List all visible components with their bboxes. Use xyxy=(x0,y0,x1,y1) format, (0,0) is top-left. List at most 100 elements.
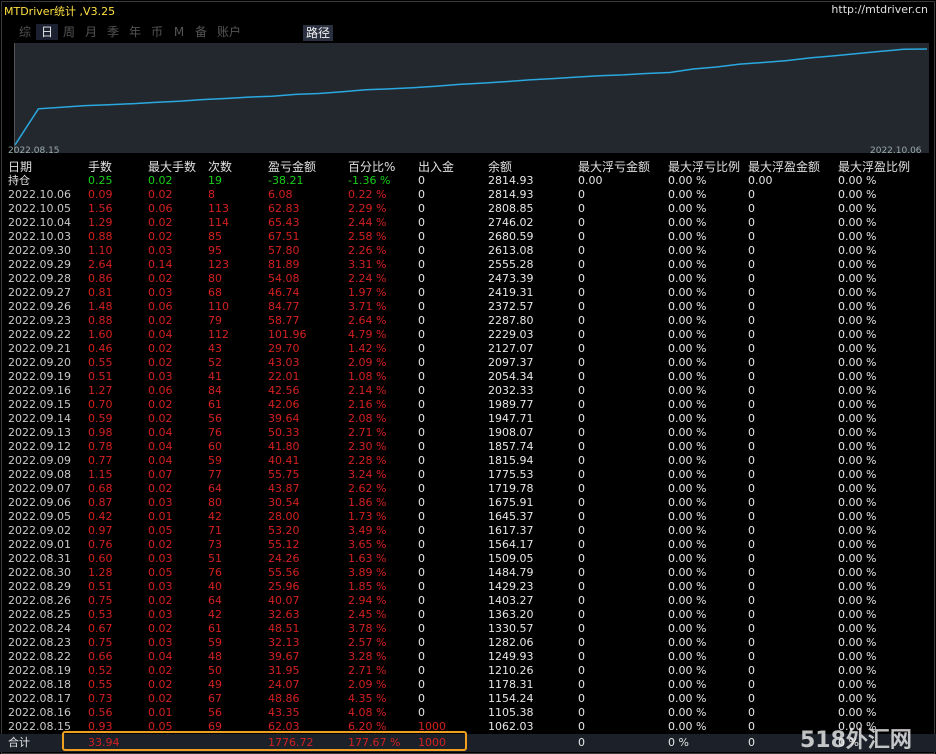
tab-9[interactable]: 账户 xyxy=(212,24,246,40)
cell-最大浮亏金额: 0 xyxy=(578,594,585,607)
data-row: 2022.08.19 0.52 0.02 50 31.95 2.71 % 0 1210.26 0… xyxy=(0,664,936,678)
cell-最大浮亏比例: 0.00 % xyxy=(668,482,707,495)
cell-最大手数: 0.02 xyxy=(148,230,173,243)
cell-最大手数: 0.04 xyxy=(148,440,173,453)
cell-最大浮盈金额: 0 xyxy=(748,580,755,593)
cell-百分比%: 2.44 % xyxy=(348,216,387,229)
cell-手数: 0.42 xyxy=(88,510,113,523)
cell-最大手数: 0.05 xyxy=(148,524,173,537)
cell-手数: 1.56 xyxy=(88,202,113,215)
cell-日期: 2022.08.25 xyxy=(8,608,71,621)
cell-最大手数: 0.03 xyxy=(148,636,173,649)
cell-最大浮盈比例: 0.00 % xyxy=(838,398,877,411)
cell-盈亏金额: 29.70 xyxy=(268,342,300,355)
cell-百分比%: 3.89 % xyxy=(348,566,387,579)
cell-手数: 0.98 xyxy=(88,426,113,439)
cell-百分比%: 4.35 % xyxy=(348,692,387,705)
cell-盈亏金额: 65.43 xyxy=(268,216,300,229)
cell-最大浮亏金额: 0 xyxy=(578,286,585,299)
cell-盈亏金额: 58.77 xyxy=(268,314,300,327)
cell-盈亏金额: -38.21 xyxy=(268,174,304,187)
cell-出入金: 0 xyxy=(418,468,425,481)
data-row: 2022.09.15 0.70 0.02 61 42.06 2.16 % 0 1989.77 0… xyxy=(0,398,936,412)
cell-最大浮亏金额: 0 xyxy=(578,538,585,551)
data-row: 2022.09.28 0.86 0.02 80 54.08 2.24 % 0 2473.39 0… xyxy=(0,272,936,286)
cell-最大浮亏比例: 0.00 % xyxy=(668,230,707,243)
cell-最大浮盈金额: 0 xyxy=(748,510,755,523)
cell-最大浮盈比例: 0.00 % xyxy=(838,342,877,355)
cell-次数: 76 xyxy=(208,426,222,439)
cell-最大浮盈比例: 0.00 % xyxy=(838,538,877,551)
cell-出入金: 0 xyxy=(418,286,425,299)
cell-日期: 2022.09.22 xyxy=(8,328,71,341)
tab-8[interactable]: 备 xyxy=(190,24,212,40)
cell-出入金: 0 xyxy=(418,692,425,705)
cell-最大浮亏比例: 0.00 % xyxy=(668,440,707,453)
data-row: 2022.10.05 1.56 0.06 113 62.83 2.29 % 0 2808.85… xyxy=(0,202,936,216)
cell-出入金: 0 xyxy=(418,706,425,719)
cell-百分比%: 3.65 % xyxy=(348,538,387,551)
cell-余额: 2054.34 xyxy=(488,370,534,383)
cell-出入金: 0 xyxy=(418,636,425,649)
cell-最大手数: 0.03 xyxy=(148,370,173,383)
cell-最大浮亏金额: 0 xyxy=(578,468,585,481)
cell-最大浮亏金额: 0 xyxy=(578,496,585,509)
cell-最大浮盈比例: 0.00 % xyxy=(838,328,877,341)
cell-出入金: 0 xyxy=(418,342,425,355)
cell-盈亏金额: 43.87 xyxy=(268,482,300,495)
total-最大浮亏比例: 0 % xyxy=(668,736,689,749)
cell-最大浮盈比例: 0.00 % xyxy=(838,622,877,635)
cell-日期: 2022.09.28 xyxy=(8,272,71,285)
tab-2[interactable]: 周 xyxy=(58,24,80,40)
cell-最大浮亏金额: 0 xyxy=(578,566,585,579)
data-row: 2022.09.21 0.46 0.02 43 29.70 1.42 % 0 2127.07 0… xyxy=(0,342,936,356)
cell-日期: 2022.09.19 xyxy=(8,370,71,383)
tab-7[interactable]: M xyxy=(168,24,190,40)
cell-手数: 0.88 xyxy=(88,314,113,327)
cell-余额: 1675.91 xyxy=(488,496,534,509)
tab-6[interactable]: 币 xyxy=(146,24,168,40)
tab-5[interactable]: 年 xyxy=(124,24,146,40)
cell-最大浮亏比例: 0.00 % xyxy=(668,468,707,481)
cell-最大浮亏比例: 0.00 % xyxy=(668,202,707,215)
cell-盈亏金额: 55.75 xyxy=(268,468,300,481)
cell-最大浮亏比例: 0.00 % xyxy=(668,622,707,635)
cell-出入金: 0 xyxy=(418,496,425,509)
tab-1[interactable]: 日 xyxy=(36,24,58,40)
cell-次数: 42 xyxy=(208,608,222,621)
cell-最大手数: 0.02 xyxy=(148,622,173,635)
cell-最大手数: 0.03 xyxy=(148,286,173,299)
cell-日期: 2022.09.05 xyxy=(8,510,71,523)
cell-手数: 手数 xyxy=(88,160,113,174)
cell-手数: 2.64 xyxy=(88,258,113,271)
cell-手数: 0.55 xyxy=(88,678,113,691)
cell-盈亏金额: 48.51 xyxy=(268,622,300,635)
cell-日期: 2022.09.12 xyxy=(8,440,71,453)
cell-最大浮亏比例: 0.00 % xyxy=(668,454,707,467)
website-link[interactable]: http://mtdriver.cn xyxy=(831,3,928,16)
data-row: 2022.09.07 0.68 0.02 64 43.87 2.62 % 0 1719.78 0… xyxy=(0,482,936,496)
cell-盈亏金额: 28.00 xyxy=(268,510,300,523)
cell-最大手数: 0.06 xyxy=(148,384,173,397)
cell-手数: 0.66 xyxy=(88,650,113,663)
cell-百分比%: 2.28 % xyxy=(348,454,387,467)
cell-盈亏金额: 30.54 xyxy=(268,496,300,509)
cell-最大浮亏比例: 0.00 % xyxy=(668,664,707,677)
cell-盈亏金额: 62.83 xyxy=(268,202,300,215)
cell-日期: 2022.08.26 xyxy=(8,594,71,607)
cell-最大浮盈金额: 0 xyxy=(748,538,755,551)
tab-4[interactable]: 季 xyxy=(102,24,124,40)
cell-最大浮盈金额: 0 xyxy=(748,314,755,327)
cell-日期: 2022.10.04 xyxy=(8,216,71,229)
tab-0[interactable]: 综 xyxy=(14,24,36,40)
balance-curve-svg xyxy=(15,48,928,146)
cell-最大浮盈金额: 0 xyxy=(748,622,755,635)
tab-3[interactable]: 月 xyxy=(80,24,102,40)
tab-path[interactable]: 路径 xyxy=(303,25,333,41)
cell-日期: 2022.09.26 xyxy=(8,300,71,313)
cell-日期: 2022.09.23 xyxy=(8,314,71,327)
cell-出入金: 0 xyxy=(418,188,425,201)
cell-日期: 日期 xyxy=(8,160,33,174)
cell-最大浮盈比例: 0.00 % xyxy=(838,482,877,495)
cell-最大浮盈金额: 0 xyxy=(748,566,755,579)
